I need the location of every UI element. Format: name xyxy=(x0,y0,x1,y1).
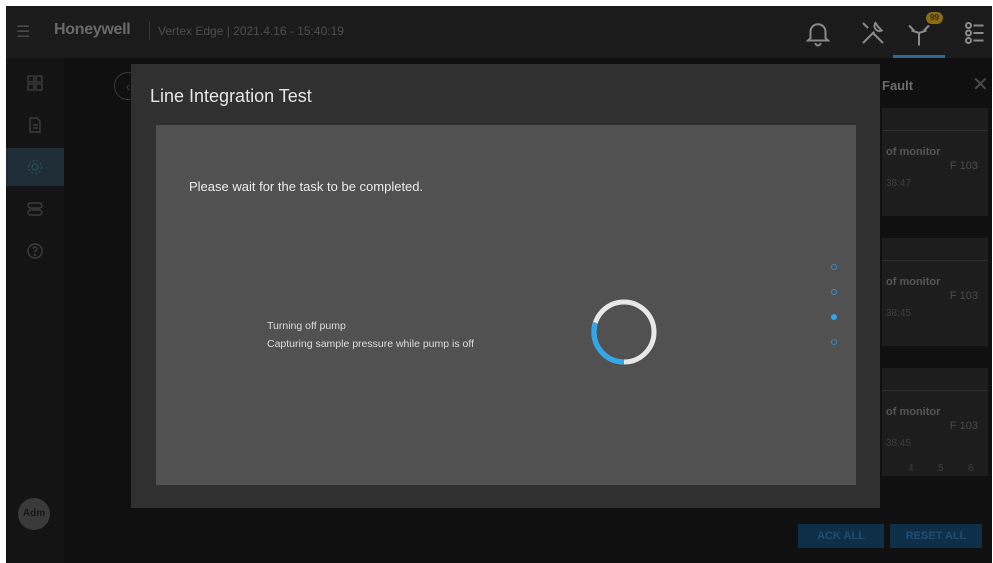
card-divider xyxy=(882,390,988,391)
sidebar-item-help[interactable] xyxy=(6,232,64,270)
bell-icon[interactable] xyxy=(803,18,833,48)
fault-card-code: F 103 xyxy=(949,160,978,172)
sidebar-item-reports[interactable] xyxy=(6,106,64,144)
version-timestamp: Vertex Edge | 2021.4.16 - 15:40:19 xyxy=(158,24,344,38)
page-link[interactable]: 6 xyxy=(968,463,974,474)
dialog-title: Line Integration Test xyxy=(150,86,312,106)
fault-card-code: F 103 xyxy=(949,420,978,432)
page-link[interactable]: 4 xyxy=(908,463,914,474)
wait-message: Please wait for the task to be completed… xyxy=(189,179,424,194)
fault-card-time: 38:47 xyxy=(886,178,912,189)
fault-card-code: F 103 xyxy=(949,290,978,302)
sidebar-item-config[interactable] xyxy=(6,190,64,228)
tools-icon[interactable] xyxy=(858,18,888,48)
fault-panel-title: Fault xyxy=(882,78,914,93)
sidebar: Adm xyxy=(6,58,64,563)
close-icon[interactable]: ✕ xyxy=(972,72,989,97)
step-dot xyxy=(831,264,837,270)
loading-spinner-icon xyxy=(591,299,657,365)
status-list-icon[interactable] xyxy=(961,18,991,48)
card-divider xyxy=(882,260,988,261)
brand-divider xyxy=(149,22,150,40)
line-integration-test-dialog: Line Integration Test Please wait for th… xyxy=(131,64,880,508)
step-dot xyxy=(831,289,837,295)
fault-card[interactable]: of monitor F 103 38:47 xyxy=(882,108,988,216)
avatar[interactable]: Adm xyxy=(18,498,50,530)
top-bar: ☰ Honeywell Vertex Edge | 2021.4.16 - 15… xyxy=(6,6,992,58)
fault-card-time: 38:45 xyxy=(886,308,912,319)
fault-card-title: of monitor xyxy=(886,146,941,158)
notification-badge: 99 xyxy=(926,12,943,24)
step-dot-active xyxy=(831,314,837,320)
document-icon xyxy=(29,117,41,133)
ack-all-button[interactable]: ACK ALL xyxy=(798,524,884,548)
step-text: Capturing sample pressure while pump is … xyxy=(267,338,474,350)
fault-card[interactable]: of monitor F 103 38:45 xyxy=(882,238,988,346)
brand-logo: Honeywell xyxy=(54,21,131,38)
step-dot xyxy=(831,339,837,345)
dialog-body: Please wait for the task to be completed… xyxy=(156,125,856,485)
settings-icon xyxy=(27,159,43,175)
grid-icon xyxy=(27,75,43,91)
sidebar-item-dashboard[interactable] xyxy=(6,64,64,102)
fault-card-time: 38:45 xyxy=(886,438,912,449)
help-icon xyxy=(27,243,43,259)
reset-all-button[interactable]: RESET ALL xyxy=(890,524,982,548)
sidebar-item-settings[interactable] xyxy=(6,148,64,186)
fault-card[interactable]: of monitor F 103 38:45 xyxy=(882,368,988,476)
toggle-icon xyxy=(27,202,43,216)
fault-card-title: of monitor xyxy=(886,406,941,418)
page-link[interactable]: 5 xyxy=(938,463,944,474)
menu-icon[interactable]: ☰ xyxy=(16,22,30,42)
fault-card-title: of monitor xyxy=(886,276,941,288)
card-divider xyxy=(882,130,988,131)
step-text: Turning off pump xyxy=(267,320,346,332)
